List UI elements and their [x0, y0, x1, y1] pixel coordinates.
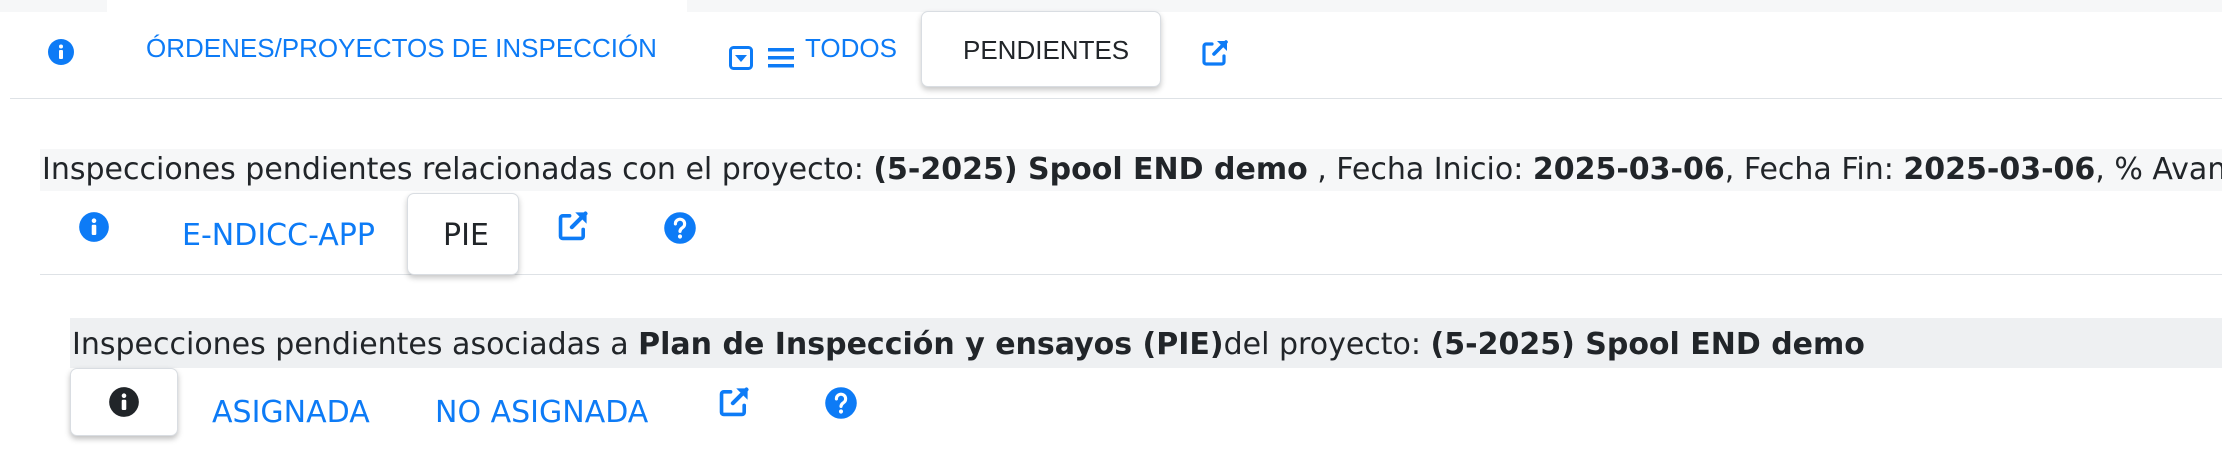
- external-link-icon[interactable]: [1200, 38, 1230, 68]
- tab-inspection-orders[interactable]: ÓRDENES/PROYECTOS DE INSPECCIÓN: [146, 33, 657, 64]
- pie-summary: Inspecciones pendientes asociadas a Plan…: [72, 325, 1865, 365]
- plan-name: Plan de Inspección y ensayos (PIE): [638, 327, 1224, 362]
- info-circle-icon[interactable]: [78, 211, 110, 243]
- bars-icon[interactable]: [768, 47, 794, 69]
- project-summary: Inspecciones pendientes relacionadas con…: [42, 150, 2222, 190]
- end-date-value: 2025-03-06: [1903, 152, 2096, 187]
- end-date-label: , Fecha Fin:: [1724, 152, 1904, 187]
- start-date-value: 2025-03-06: [1532, 152, 1725, 187]
- pie-project-name: (5-2025) Spool END demo: [1430, 327, 1865, 362]
- tab-pendientes-label: PENDIENTES: [963, 35, 1130, 65]
- info-circle-icon[interactable]: [47, 38, 75, 66]
- tab-asignada[interactable]: ASIGNADA: [212, 395, 370, 430]
- tab-todos[interactable]: TODOS: [805, 33, 897, 64]
- caret-square-down-icon[interactable]: [729, 46, 753, 70]
- external-link-icon[interactable]: [717, 385, 751, 419]
- progress-label: , % Avance:: [2095, 152, 2222, 187]
- tab-no-asignada[interactable]: NO ASIGNADA: [435, 395, 648, 430]
- pie-summary-prefix: Inspecciones pendientes asociadas a: [72, 327, 639, 362]
- pie-summary-middle: del proyecto:: [1223, 327, 1431, 362]
- summary-prefix: Inspecciones pendientes relacionadas con…: [42, 152, 874, 187]
- project-name: (5-2025) Spool END demo: [873, 152, 1308, 187]
- start-date-label: , Fecha Inicio:: [1307, 152, 1533, 187]
- tab-pie-label: PIE: [443, 218, 489, 253]
- tab-e-ndicc-app[interactable]: E-NDICC-APP: [182, 218, 375, 253]
- question-circle-icon[interactable]: [824, 386, 858, 420]
- external-link-icon[interactable]: [556, 209, 590, 243]
- info-circle-icon: [109, 387, 139, 417]
- question-circle-icon[interactable]: [663, 211, 697, 245]
